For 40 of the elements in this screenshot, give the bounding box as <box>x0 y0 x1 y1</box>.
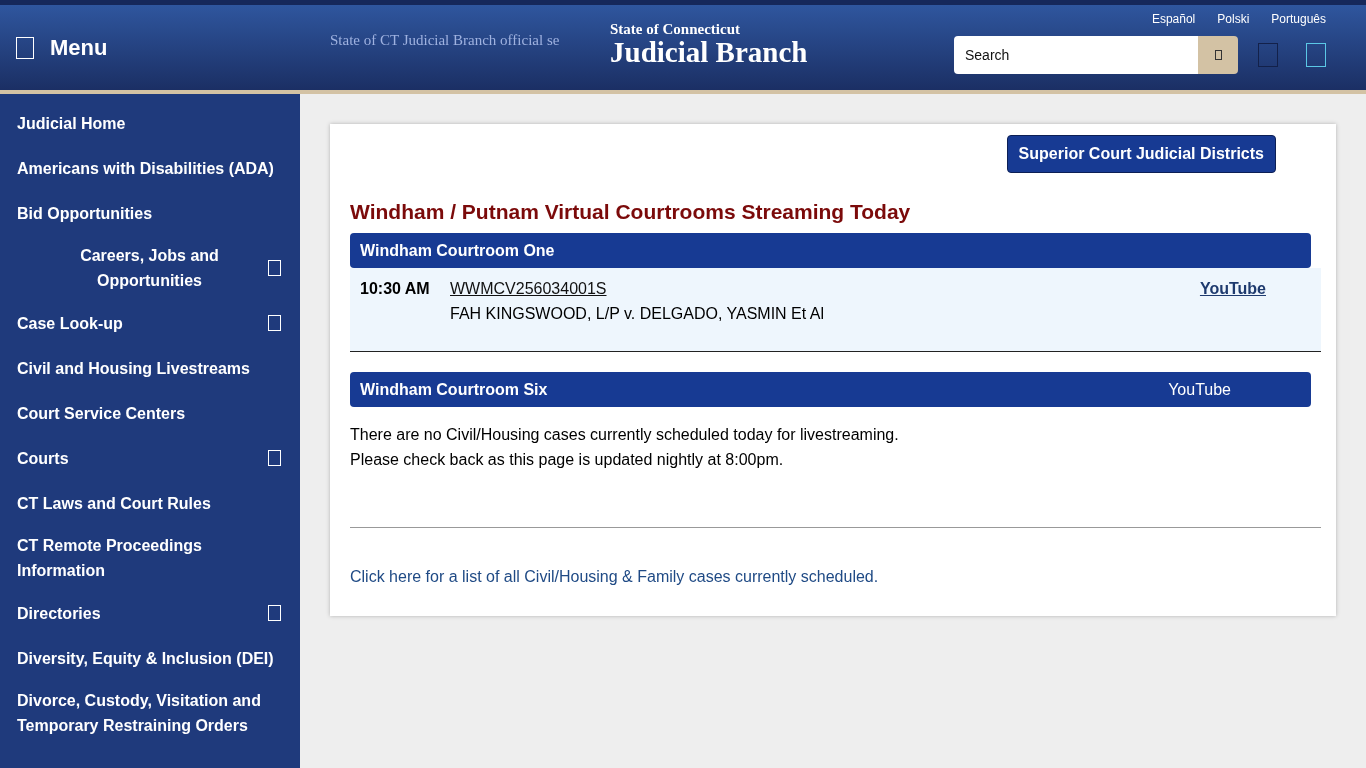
notice-text: Please check back as this page is updated nightly at 8:00pm. <box>350 450 785 470</box>
menu-label[interactable]: Menu <box>50 34 108 61</box>
districts-button[interactable]: Superior Court Judicial Districts <box>1006 135 1276 173</box>
expand-icon[interactable] <box>268 450 281 466</box>
sidebar-link[interactable]: Judicial Home <box>17 110 126 136</box>
sidebar-link[interactable]: Americans with Disabilities (ADA) <box>17 155 274 181</box>
page-heading: Windham / Putnam Virtual Courtrooms Streaming Today <box>350 200 912 224</box>
sidebar-link[interactable]: Civil and Housing Livestreams <box>17 355 250 381</box>
expand-icon[interactable] <box>268 315 281 331</box>
sidebar-link[interactable]: Diversity, Equity & Inclusion (DEI) <box>17 645 274 671</box>
courtroom-name: Windham Courtroom Six <box>360 380 548 399</box>
notice-text: There are no Civil/Housing cases currently scheduled today for livestreaming. <box>350 425 900 445</box>
sidebar-link[interactable]: Courts <box>17 445 69 471</box>
all-cases-link[interactable]: Click here for a list of all Civil/Housing & Family cases currently scheduled. <box>350 568 879 585</box>
language-link[interactable]: Español <box>1151 11 1196 26</box>
square-outline-icon[interactable] <box>1306 42 1326 67</box>
menu-icon[interactable] <box>16 36 34 59</box>
broken-image-alt-text: State of CT Judicial Branch official se <box>330 32 561 49</box>
docket-link[interactable]: WWMCV256034001S <box>450 276 607 301</box>
sidebar-link[interactable]: CT Laws and Court Rules <box>17 490 211 516</box>
case-caption: FAH KINGSWOOD, L/P v. DELGADO, YASMIN Et Al <box>450 304 824 324</box>
sidebar-link[interactable]: Bid Opportunities <box>17 200 153 226</box>
youtube-link[interactable]: YouTube <box>1199 276 1266 301</box>
sidebar-link[interactable]: CT Remote Proceedings Information <box>17 533 281 583</box>
search-button[interactable] <box>1198 35 1238 74</box>
case-time: 10:30 AM <box>360 279 431 299</box>
youtube-label: YouTube <box>1168 380 1231 399</box>
expand-icon[interactable] <box>268 260 281 276</box>
sidebar-link[interactable]: Divorce, Custody, Visitation and Temporary Restraining Orders <box>17 688 281 738</box>
language-link[interactable]: Português <box>1271 11 1326 26</box>
sidebar-link[interactable]: Directories <box>17 600 101 626</box>
site-title: Judicial Branch <box>610 37 808 67</box>
site-subtitle: State of Connecticut <box>610 20 741 38</box>
sidebar-link[interactable]: Case Look-up <box>17 310 123 336</box>
language-link[interactable]: Polski <box>1217 11 1250 26</box>
courtroom-name: Windham Courtroom One <box>360 241 555 260</box>
expand-icon[interactable] <box>268 605 281 621</box>
search-field[interactable]: Search <box>954 35 1198 74</box>
sidebar-link[interactable]: Careers, Jobs and Opportunities <box>17 243 268 293</box>
sidebar-link[interactable]: Court Service Centers <box>17 400 186 426</box>
